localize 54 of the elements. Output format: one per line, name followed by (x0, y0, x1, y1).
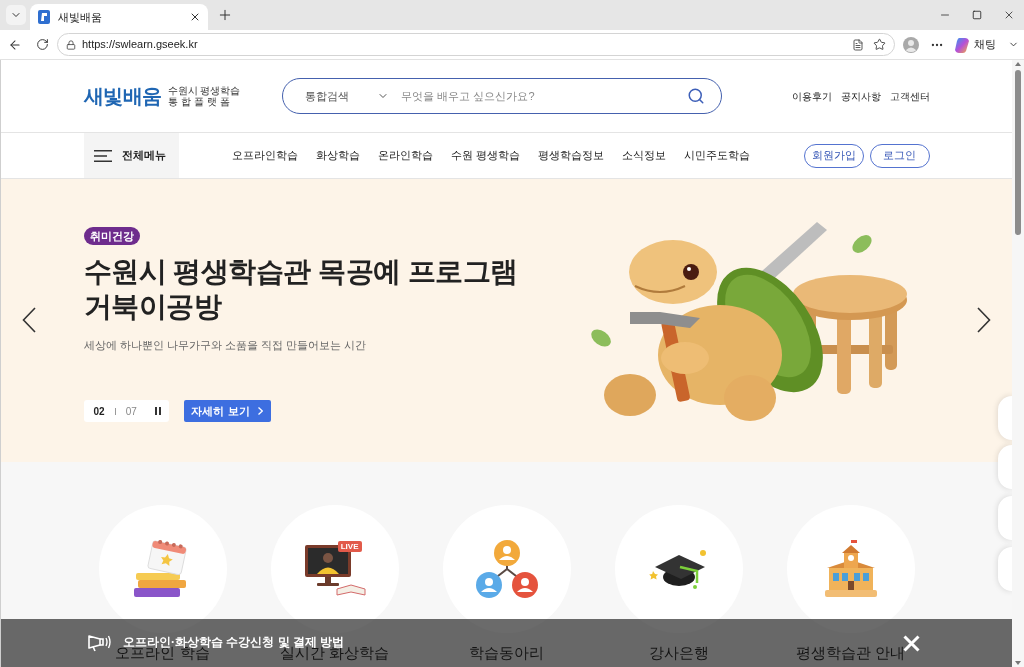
refresh-icon (35, 38, 49, 51)
slide-subtitle: 세상에 하나뿐인 나무가구와 소품을 직접 만들어보는 시간 (83, 338, 366, 353)
chevron-right-icon (977, 307, 991, 333)
search-scope-dropdown[interactable]: 통합검색 (305, 87, 398, 105)
scrollbar-thumb[interactable] (1015, 70, 1021, 235)
scroll-up-icon[interactable] (1015, 62, 1021, 66)
category-label: 강사은행 (648, 643, 709, 663)
chevron-left-icon (22, 307, 36, 333)
address-field[interactable]: https://swlearn.gseek.kr (57, 33, 895, 56)
close-icon (1003, 9, 1015, 21)
all-menu-button[interactable]: 전체메뉴 (83, 133, 179, 178)
scroll-down-icon[interactable] (1015, 661, 1021, 665)
close-icon (902, 634, 920, 652)
nav-link[interactable]: 오프라인학습 (231, 147, 298, 164)
document-icon (852, 38, 864, 51)
chat-button[interactable]: 채팅 (954, 36, 1019, 53)
url-text: https://swlearn.gseek.kr (82, 37, 198, 53)
category-label: 평생학습관 안내 (795, 643, 906, 663)
star-icon (873, 38, 886, 51)
search-input[interactable]: 무엇을 배우고 싶으신가요? (401, 87, 685, 105)
maximize-icon (972, 10, 982, 20)
tab-list-button[interactable] (6, 5, 26, 25)
lock-icon (66, 39, 76, 50)
category-badge: 취미건강 (83, 227, 140, 245)
utility-link[interactable]: 공지사항 (840, 88, 881, 104)
megaphone-icon (87, 632, 111, 652)
nav-link[interactable]: 시민주도학습 (683, 147, 750, 164)
category-label: 학습동아리 (469, 643, 544, 663)
search-icon (687, 87, 706, 105)
nav-link[interactable]: 수원 평생학습 (450, 147, 520, 164)
nav-link[interactable]: 소식정보 (621, 147, 666, 164)
menu-icon (93, 149, 112, 162)
plus-icon (217, 7, 233, 23)
chevron-right-icon (257, 407, 263, 415)
nav-link[interactable]: 온라인학습 (377, 147, 433, 164)
utility-link[interactable]: 고객센터 (889, 88, 930, 104)
slide-counter: 02 07 (83, 400, 169, 422)
view-details-button[interactable]: 자세히 보기 (183, 400, 271, 422)
back-arrow-icon (8, 37, 22, 52)
pause-icon[interactable] (154, 407, 161, 415)
logo-icon (954, 36, 970, 53)
nav-link[interactable]: 평생학습정보 (537, 147, 604, 164)
logo-tagline: 통합플랫폼 (167, 96, 234, 107)
browser-tab[interactable]: 새빛배움 (30, 4, 208, 30)
logo-wordmark[interactable]: 새빛배움 (83, 86, 162, 106)
slide-title: 수원시 평생학습관 목공예 프로그램 거북이공방 (83, 255, 518, 324)
favicon-icon (38, 10, 50, 24)
people-network-icon (475, 539, 538, 599)
logo-tagline: 수원시 평생학습 (167, 85, 241, 96)
close-icon (189, 11, 201, 23)
live-badge: LIVE (337, 541, 362, 552)
nav-link[interactable]: 화상학습 (315, 147, 360, 164)
school-building-icon (822, 540, 879, 598)
utility-link[interactable]: 이용후기 (791, 88, 832, 104)
